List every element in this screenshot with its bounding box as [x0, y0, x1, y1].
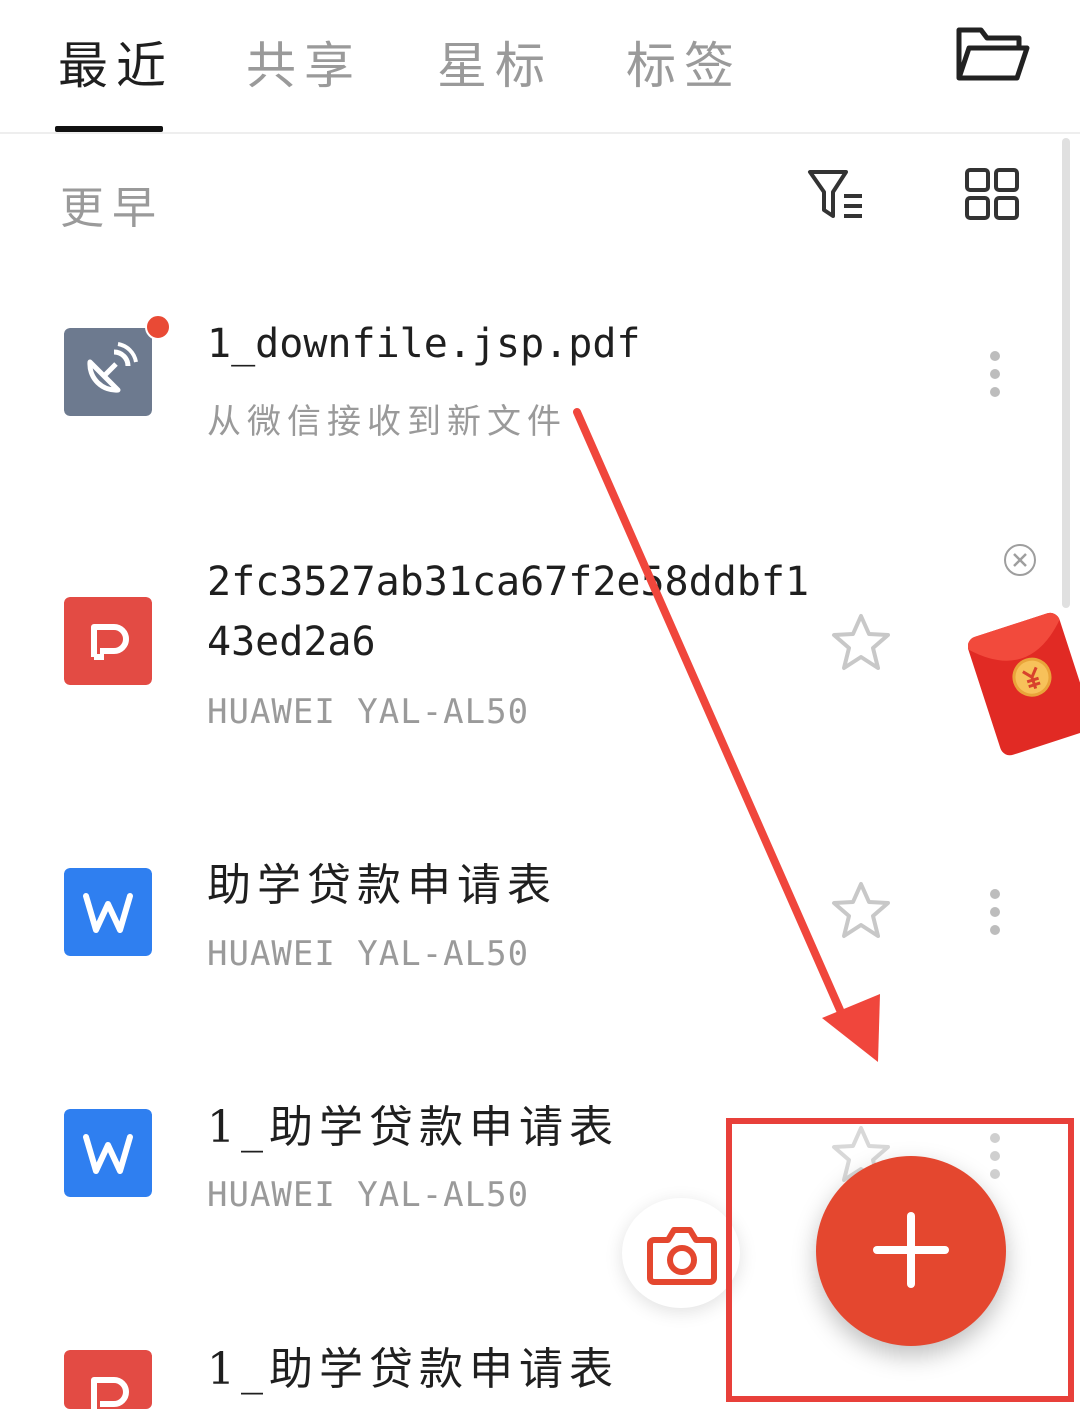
ppt-icon	[64, 597, 152, 685]
word-icon	[64, 868, 152, 956]
file-name: 助学贷款申请表	[207, 860, 557, 911]
scrollbar[interactable]	[1062, 138, 1070, 608]
file-name: 1_downfile.jsp.pdf	[207, 321, 641, 367]
word-icon	[64, 1109, 152, 1197]
more-vertical-icon[interactable]	[986, 350, 1004, 406]
star-outline-icon[interactable]	[830, 880, 892, 940]
file-subtitle: 从微信接收到新文件	[207, 402, 567, 442]
unread-badge	[145, 314, 171, 340]
tab-starred[interactable]: 星标	[437, 26, 553, 98]
file-name: 1_助学贷款申请表	[207, 1102, 619, 1153]
close-icon[interactable]	[1003, 543, 1037, 577]
folder-icon[interactable]	[955, 22, 1031, 86]
ppt-icon	[64, 1350, 152, 1409]
grid-view-icon[interactable]	[963, 166, 1021, 222]
file-name: 1_助学贷款申请表	[207, 1344, 619, 1395]
file-subtitle: HUAWEI YAL-AL50	[207, 692, 530, 732]
file-subtitle: HUAWEI YAL-AL50	[207, 1175, 530, 1215]
active-tab-indicator	[55, 126, 163, 132]
file-name: 2fc3527ab31ca67f2e58ddbf1 43ed2a6	[207, 559, 810, 665]
satellite-dish-icon	[64, 328, 152, 416]
camera-button[interactable]	[622, 1198, 740, 1308]
file-subtitle: HUAWEI YAL-AL50	[207, 934, 530, 974]
tab-recent[interactable]: 最近	[58, 26, 174, 98]
top-tab-bar: 最近 共享 星标 标签	[0, 0, 1080, 134]
more-vertical-icon[interactable]	[986, 888, 1004, 944]
red-packet-icon[interactable]	[968, 610, 1080, 760]
star-outline-icon[interactable]	[830, 612, 892, 672]
tab-tags[interactable]: 标签	[626, 26, 742, 98]
section-title: 更早	[60, 183, 164, 234]
camera-icon	[647, 1227, 717, 1285]
filter-list-icon[interactable]	[806, 166, 866, 224]
annotation-highlight-box	[726, 1118, 1074, 1402]
tab-shared[interactable]: 共享	[246, 26, 362, 98]
